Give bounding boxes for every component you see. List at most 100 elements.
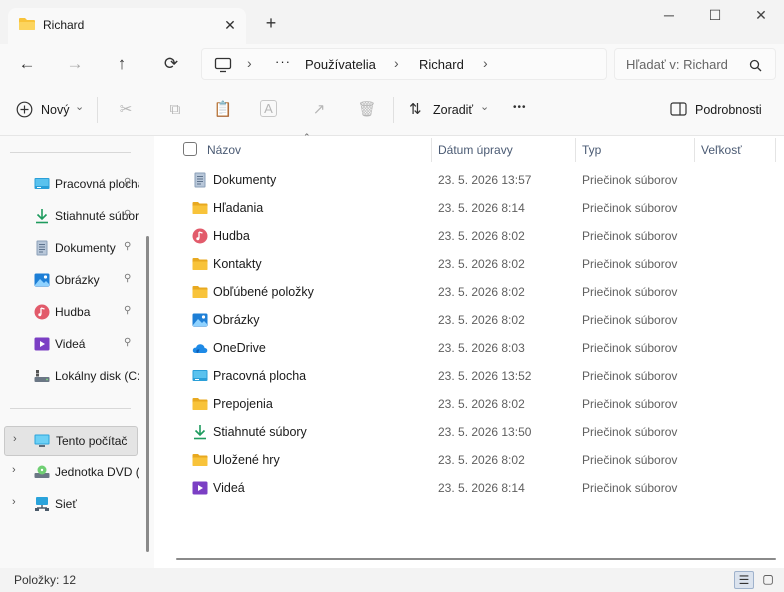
sidebar-item-dvd-drive[interactable]: › Jednotka DVD (D:) (0, 458, 140, 486)
folder-icon (19, 18, 35, 30)
toolbar-divider (97, 97, 98, 123)
navigation-pane: Pracovná plocha ⚲ Stiahnuté súbory ⚲ Dok… (0, 136, 154, 568)
sidebar-scrollbar[interactable] (146, 236, 149, 552)
breadcrumb-separator[interactable]: › (483, 55, 488, 71)
sort-icon: ⇅ (409, 101, 422, 118)
horizontal-scrollbar[interactable] (176, 558, 776, 560)
expand-chevron-icon[interactable]: › (13, 433, 17, 445)
breadcrumb-separator: › (394, 55, 399, 71)
plus-circle-icon (16, 101, 33, 118)
sort-label: Zoradiť (433, 103, 474, 117)
file-date: 23. 5. 2026 8:14 (438, 481, 525, 495)
back-button[interactable]: ← (13, 52, 41, 76)
chevron-down-icon: ⌄ (75, 101, 85, 113)
table-row[interactable]: Videá 23. 5. 2026 8:14 Priečinok súborov (154, 474, 784, 502)
new-button[interactable]: Nový ⌄ (16, 100, 86, 120)
breadcrumb-overflow[interactable]: ··· (275, 54, 291, 69)
up-button[interactable]: ↑ (108, 52, 136, 76)
expand-chevron-icon[interactable]: › (12, 496, 16, 508)
search-input[interactable]: Hľadať v: Richard (626, 57, 736, 72)
chevron-down-icon: ⌄ (480, 101, 490, 113)
column-divider[interactable] (775, 138, 776, 162)
sidebar-item-pictures[interactable]: Obrázky ⚲ (0, 266, 140, 294)
sort-button[interactable]: ⇅ Zoradiť ⌄ (409, 100, 493, 120)
file-name: Stiahnuté súbory (213, 425, 307, 439)
table-row[interactable]: Obrázky 23. 5. 2026 8:02 Priečinok súbor… (154, 306, 784, 334)
new-tab-button[interactable]: + (262, 14, 280, 32)
desktop-icon (192, 370, 208, 381)
select-all-checkbox[interactable] (183, 142, 197, 156)
share-icon[interactable]: ↗ (309, 100, 329, 120)
sidebar-item-music[interactable]: Hudba ⚲ (0, 298, 140, 326)
table-row[interactable]: Kontakty 23. 5. 2026 8:02 Priečinok súbo… (154, 250, 784, 278)
sidebar-item-desktop[interactable]: Pracovná plocha ⚲ (0, 170, 140, 198)
document-icon (194, 172, 206, 188)
folder-icon (192, 258, 208, 270)
navigation-bar: ← → ↑ ⟳ › ··· Používatelia › Richard › H… (0, 44, 784, 84)
column-divider[interactable] (431, 138, 432, 162)
table-row[interactable]: Pracovná plocha 23. 5. 2026 13:52 Prieči… (154, 362, 784, 390)
drive-icon (34, 370, 50, 382)
refresh-button[interactable]: ⟳ (157, 52, 185, 76)
rename-icon[interactable]: A (260, 100, 277, 117)
more-options-button[interactable]: ••• (513, 102, 527, 113)
table-row[interactable]: Dokumenty 23. 5. 2026 13:57 Priečinok sú… (154, 166, 784, 194)
sidebar-item-network[interactable]: › Sieť (0, 490, 140, 518)
delete-icon[interactable]: 🗑 (357, 100, 377, 120)
table-row[interactable]: Uložené hry 23. 5. 2026 8:02 Priečinok s… (154, 446, 784, 474)
file-name: Pracovná plocha (213, 369, 307, 383)
details-button[interactable]: Podrobnosti (670, 100, 770, 120)
status-bar: Položky: 12 ☰ ▢ (0, 568, 784, 592)
expand-chevron-icon[interactable]: › (12, 464, 16, 476)
file-type: Priečinok súborov (582, 285, 678, 299)
breadcrumb-richard[interactable]: Richard (419, 57, 464, 72)
sidebar-item-this-pc[interactable]: › Tento počítač (4, 426, 138, 456)
download-icon (36, 209, 48, 224)
file-type: Priečinok súborov (582, 425, 678, 439)
column-header-date[interactable]: Dátum úpravy (438, 143, 513, 157)
table-row[interactable]: Obľúbené položky 23. 5. 2026 8:02 Prieči… (154, 278, 784, 306)
column-divider[interactable] (575, 138, 576, 162)
file-name: Hľadania (213, 201, 264, 215)
sidebar-item-local-disk[interactable]: Lokálny disk (C:) (0, 362, 140, 390)
toolbar-divider (393, 97, 394, 123)
column-header-type[interactable]: Typ (582, 143, 601, 157)
file-type: Priečinok súborov (582, 257, 678, 271)
sort-ascending-icon: ⌃ (303, 132, 311, 142)
minimize-button[interactable]: ─ (646, 0, 692, 32)
tiles-view-button[interactable]: ▢ (758, 571, 778, 589)
breadcrumb-users[interactable]: Používatelia (305, 57, 376, 72)
column-header-name[interactable]: Názov (207, 143, 241, 157)
search-box[interactable]: Hľadať v: Richard (614, 48, 776, 80)
paste-icon[interactable]: 📋 (213, 100, 233, 120)
table-row[interactable]: Stiahnuté súbory 23. 5. 2026 13:50 Prieč… (154, 418, 784, 446)
sidebar-item-downloads[interactable]: Stiahnuté súbory ⚲ (0, 202, 140, 230)
file-type: Priečinok súborov (582, 229, 678, 243)
details-label: Podrobnosti (695, 103, 762, 117)
cut-icon[interactable]: ✂ (116, 100, 136, 120)
address-bar[interactable]: › ··· Používatelia › Richard › (201, 48, 607, 80)
table-row[interactable]: OneDrive 23. 5. 2026 8:03 Priečinok súbo… (154, 334, 784, 362)
file-date: 23. 5. 2026 13:57 (438, 173, 532, 187)
details-view-button[interactable]: ☰ (734, 571, 754, 589)
title-bar: Richard ✕ + ─ ☐ ✕ (0, 0, 784, 44)
maximize-button[interactable]: ☐ (692, 0, 738, 32)
tab-close-icon[interactable]: ✕ (220, 15, 240, 35)
copy-icon[interactable]: ⧉ (165, 100, 185, 120)
close-window-button[interactable]: ✕ (738, 0, 784, 32)
tab-richard[interactable]: Richard ✕ (8, 8, 246, 44)
sidebar-item-videos[interactable]: Videá ⚲ (0, 330, 140, 358)
sidebar-item-documents[interactable]: Dokumenty ⚲ (0, 234, 140, 262)
forward-button[interactable]: → (61, 52, 89, 76)
table-row[interactable]: Prepojenia 23. 5. 2026 8:02 Priečinok sú… (154, 390, 784, 418)
sidebar-divider (10, 152, 131, 153)
folder-icon (192, 454, 208, 466)
column-header-size[interactable]: Veľkosť (701, 143, 742, 157)
column-divider[interactable] (694, 138, 695, 162)
file-date: 23. 5. 2026 8:02 (438, 285, 525, 299)
file-date: 23. 5. 2026 8:02 (438, 313, 525, 327)
table-row[interactable]: Hudba 23. 5. 2026 8:02 Priečinok súborov (154, 222, 784, 250)
folder-icon (192, 398, 208, 410)
music-icon (192, 228, 208, 244)
table-row[interactable]: Hľadania 23. 5. 2026 8:14 Priečinok súbo… (154, 194, 784, 222)
